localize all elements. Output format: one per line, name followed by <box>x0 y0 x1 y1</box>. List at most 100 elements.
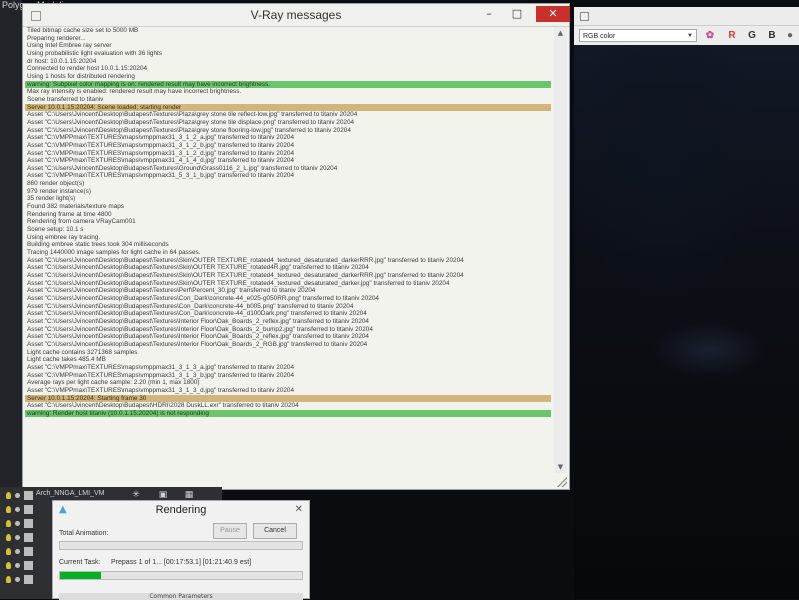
log-scrollbar[interactable]: ▲ ▼ <box>554 27 567 473</box>
chevron-down-icon: ▼ <box>687 33 693 39</box>
log-line: Using 1 hosts for distributed rendering <box>27 72 135 80</box>
log-line: Asset "C:\Users\Jvincent\Desktop\Budapes… <box>27 164 338 172</box>
log-line: Connected to render host 10.0.1.15:20204 <box>27 65 148 73</box>
log-line: Asset "C:\Users\Jvincent\Desktop\Budapes… <box>27 256 464 264</box>
visibility-icon[interactable] <box>15 535 20 540</box>
log-line: Asset "C:\Users\Jvincent\Desktop\Budapes… <box>27 118 355 126</box>
explorer-row-label: Arch_NNGA_LMI_VM <box>36 490 105 497</box>
close-icon[interactable]: ✕ <box>295 504 303 515</box>
pause-button[interactable]: Pause <box>213 523 247 539</box>
object-icon <box>24 533 33 542</box>
close-button[interactable]: ✕ <box>536 6 570 22</box>
rendering-titlebar[interactable]: ▲ Rendering ✕ <box>53 501 309 520</box>
log-line: Found 382 materials/texture maps <box>27 203 124 211</box>
log-line: Using probabilistic light evaluation wit… <box>27 49 162 57</box>
total-animation-label: Total Animation: <box>59 530 109 537</box>
frame-buffer-titlebar[interactable] <box>574 7 799 26</box>
log-line: Asset "C:\Users\Jvincent\Desktop\Budapes… <box>27 111 358 119</box>
blue-channel-button[interactable]: B <box>764 29 780 43</box>
light-bulb-icon[interactable] <box>6 562 11 569</box>
log-line: Asset "C:\VMPPmax\TEXTURES\maps\vmppmax3… <box>27 363 295 371</box>
green-channel-button[interactable]: G <box>744 29 760 43</box>
log-line: Asset "C:\Users\Jvincent\Desktop\Budapes… <box>27 402 299 410</box>
log-line: Asset "C:\VMPPmax\TEXTURES\maps\vmppmax3… <box>27 141 295 149</box>
log-line: Rendering from camera VRayCam001 <box>27 218 136 226</box>
log-line: Asset "C:\VMPPmax\TEXTURES\maps\vmppmax3… <box>27 149 295 157</box>
light-bulb-icon[interactable] <box>6 492 11 499</box>
log-line: Asset "C:\VMPPmax\TEXTURES\maps\vmppmax3… <box>27 172 295 180</box>
log-line: Asset "C:\Users\Jvincent\Desktop\Budapes… <box>27 310 367 318</box>
log-line: Asset "C:\Users\Jvincent\Desktop\Budapes… <box>27 264 369 272</box>
alpha-channel-icon[interactable]: ● <box>782 29 798 43</box>
log-line: dr host: 10.0.1.15:20204 <box>27 57 97 65</box>
log-line: Scene setup: 10.1 s <box>27 226 84 234</box>
vray-messages-window: V-Ray messages – □ ✕ Tiled bitmap cache … <box>22 3 570 490</box>
log-line: Tracing 1440000 image samples for light … <box>27 249 201 257</box>
color-picker-icon[interactable]: ✿ <box>702 29 718 43</box>
log-line: Average rays per light cache sample: 2.2… <box>27 379 200 387</box>
log-line: Asset "C:\VMPPmax\TEXTURES\maps\vmppmax3… <box>27 134 295 142</box>
visibility-icon[interactable] <box>15 577 20 582</box>
log-line: Asset "C:\Users\Jvincent\Desktop\Budapes… <box>27 317 369 325</box>
log-line: 35 render light(s) <box>27 195 76 203</box>
scroll-up-icon[interactable]: ▲ <box>554 27 567 39</box>
log-line: Preparing renderer... <box>27 34 86 42</box>
log-line: Rendering frame at time 4800 <box>27 210 112 218</box>
window-menu-icon[interactable] <box>580 12 589 21</box>
maximize-button[interactable]: □ <box>504 6 530 22</box>
light-bulb-icon[interactable] <box>6 548 11 555</box>
visibility-icon[interactable] <box>15 507 20 512</box>
log-line: Asset "C:\Users\Jvincent\Desktop\Budapes… <box>27 279 450 287</box>
visibility-icon[interactable] <box>15 521 20 526</box>
log-line: warning: Render host titaniv (10.0.1.15:… <box>25 409 551 418</box>
log-line: Tiled bitmap cache size set to 5000 MB <box>27 27 139 34</box>
log-line: Using Intel Embree ray server <box>27 42 112 50</box>
log-line: Building embree static trees took 304 mi… <box>27 241 169 249</box>
channel-select[interactable]: RGB color ▼ <box>579 29 697 42</box>
object-icon <box>24 561 33 570</box>
light-bulb-icon[interactable] <box>6 534 11 541</box>
scroll-down-icon[interactable]: ▼ <box>554 461 567 473</box>
visibility-icon[interactable] <box>15 563 20 568</box>
task-progress-fill <box>60 572 102 579</box>
object-icon <box>24 505 33 514</box>
log-line: Max ray intensity is enabled: rendered r… <box>27 88 242 96</box>
vray-titlebar[interactable]: V-Ray messages – □ ✕ <box>23 4 570 27</box>
rendering-title: Rendering <box>155 504 207 516</box>
red-channel-button[interactable]: R <box>724 29 740 43</box>
log-line: 979 render instance(s) <box>27 187 91 195</box>
channel-select-value: RGB color <box>583 33 616 40</box>
object-icon <box>24 547 33 556</box>
log-line: Asset "C:\VMPPmax\TEXTURES\maps\vmppmax3… <box>27 371 295 379</box>
log-line: Asset "C:\VMPPmax\TEXTURES\maps\vmppmax3… <box>27 386 295 394</box>
log-line: Asset "C:\VMPPmax\TEXTURES\maps\vmppmax3… <box>27 157 295 165</box>
log-line: Asset "C:\Users\Jvincent\Desktop\Budapes… <box>27 294 379 302</box>
message-log[interactable]: Tiled bitmap cache size set to 5000 MB Pr… <box>25 27 551 473</box>
cancel-button[interactable]: Cancel <box>253 523 297 539</box>
object-icon <box>24 519 33 528</box>
log-line: Asset "C:\Users\Jvincent\Desktop\Budapes… <box>27 272 464 279</box>
visibility-icon[interactable] <box>15 493 20 498</box>
current-task-value: Prepass 1 of 1... [00:17:53.1] [01:21:40… <box>111 559 252 566</box>
render-preview-image <box>574 45 799 599</box>
log-line: Light cache contains 3271368 samples <box>27 348 138 356</box>
log-line: Using embree ray tracing. <box>27 233 101 241</box>
log-line: Scene transferred to titaniv <box>27 95 104 103</box>
object-icon <box>24 575 33 584</box>
log-line: Server 10.0.1.15:20204: Starting frame 3… <box>25 394 551 403</box>
light-bulb-icon[interactable] <box>6 520 11 527</box>
log-line: Asset "C:\Users\Jvincent\Desktop\Budapes… <box>27 287 316 295</box>
log-line: Server 10.0.1.15:20204: Scene loaded; st… <box>25 103 551 112</box>
total-animation-progress <box>59 541 303 550</box>
light-bulb-icon[interactable] <box>6 576 11 583</box>
log-line: Asset "C:\Users\Jvincent\Desktop\Budapes… <box>27 333 369 341</box>
visibility-icon[interactable] <box>15 549 20 554</box>
light-bulb-icon[interactable] <box>6 506 11 513</box>
log-line: Asset "C:\Users\Jvincent\Desktop\Budapes… <box>27 126 351 134</box>
log-line: warning: Subpixel color mapping is on: r… <box>25 80 551 89</box>
current-task-label: Current Task: <box>59 559 101 566</box>
log-line: Asset "C:\Users\Jvincent\Desktop\Budapes… <box>27 302 354 310</box>
minimize-button[interactable]: – <box>476 6 502 22</box>
resize-grip-icon[interactable] <box>557 477 567 487</box>
log-line: Asset "C:\Users\Jvincent\Desktop\Budapes… <box>27 325 373 333</box>
